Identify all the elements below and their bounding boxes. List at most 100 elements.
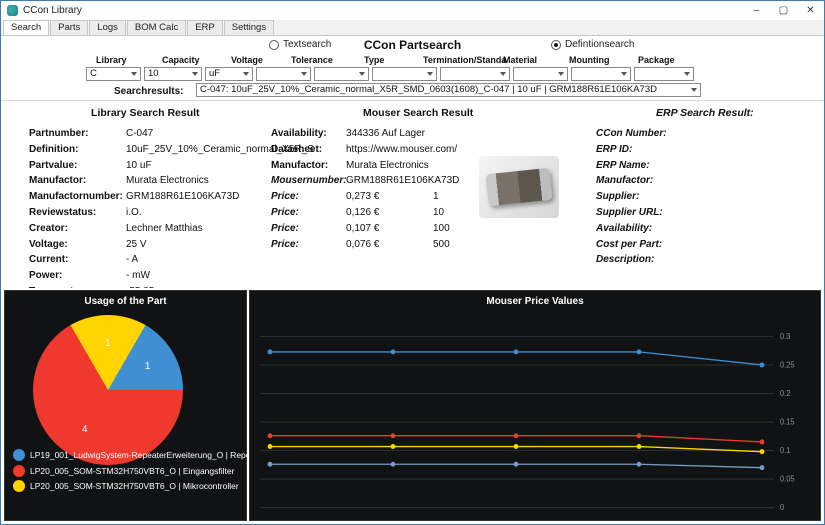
- field-row: Manufactor: Murata Electronics: [271, 159, 429, 171]
- pie-slice-label: 4: [82, 423, 88, 435]
- library-combo[interactable]: C: [86, 67, 141, 81]
- termination-combo[interactable]: [440, 67, 510, 81]
- tab-search[interactable]: Search: [3, 20, 50, 35]
- app-window: CCon Library – ▢ ✕ Search Parts Logs BOM…: [0, 0, 825, 525]
- legend-dot-icon: [13, 480, 25, 493]
- field-row: Manufactor: Murata Electronics: [29, 175, 209, 187]
- pie-slice-label: 1: [105, 338, 111, 349]
- field-row: Voltage: 25 V: [29, 238, 147, 250]
- material-combo[interactable]: [513, 67, 568, 81]
- type-combo[interactable]: [372, 67, 437, 81]
- tab-erp[interactable]: ERP: [187, 20, 223, 35]
- voltage-combo[interactable]: [256, 67, 311, 81]
- dropdown-arrow-icon[interactable]: [496, 68, 509, 80]
- price-row: Price: 0,107 €100: [271, 222, 450, 234]
- dropdown-arrow-icon[interactable]: [423, 68, 436, 80]
- mouser-result-heading: Mouser Search Result: [363, 107, 474, 119]
- dropdown-arrow-icon[interactable]: [188, 68, 201, 80]
- price-row: Price: 0,126 €10: [271, 206, 445, 218]
- column-label-termination: Termination/Standa: [423, 55, 507, 65]
- radio-checked-icon: [551, 39, 561, 50]
- price-row: Price: 0,076 €500: [271, 238, 450, 250]
- dropdown-arrow-icon[interactable]: [297, 68, 310, 80]
- legend-dot-icon: [13, 449, 25, 462]
- close-button[interactable]: ✕: [797, 1, 824, 20]
- field-row: Manufactornumber: GRM188R61E106KA73D: [29, 191, 240, 203]
- dropdown-arrow-icon[interactable]: [687, 84, 700, 96]
- field-row: Availability:: [596, 222, 653, 234]
- charts-section: Usage of the Part 114 LP19_001_LudwigSys…: [1, 288, 824, 524]
- column-label-library: Library: [96, 55, 127, 65]
- part-photo: [479, 156, 559, 218]
- datasheet-link[interactable]: https://www.mouser.com/: [346, 144, 457, 160]
- window-controls: – ▢ ✕: [743, 1, 824, 20]
- field-row: ERP ID:: [596, 143, 633, 155]
- mounting-combo[interactable]: [571, 67, 631, 81]
- dropdown-arrow-icon[interactable]: [617, 68, 630, 80]
- app-logo-icon: [7, 5, 18, 16]
- svg-text:0: 0: [780, 503, 784, 512]
- capacity-unit-combo[interactable]: uF: [205, 67, 253, 81]
- svg-text:0.1: 0.1: [780, 446, 790, 455]
- erp-result-heading: ERP Search Result:: [656, 107, 754, 119]
- svg-text:0.15: 0.15: [780, 417, 795, 426]
- field-row: Partvalue: 10 uF: [29, 159, 152, 171]
- field-row: Manufactor:: [596, 175, 654, 187]
- window-title: CCon Library: [23, 5, 82, 16]
- minimize-button[interactable]: –: [743, 1, 770, 20]
- dropdown-arrow-icon[interactable]: [680, 68, 693, 80]
- field-row: Availability: 344336 Auf Lager: [271, 128, 425, 139]
- tab-logs[interactable]: Logs: [89, 20, 126, 35]
- field-row: Current: - A: [29, 254, 139, 266]
- tab-parts[interactable]: Parts: [50, 20, 89, 35]
- tolerance-combo[interactable]: [314, 67, 369, 81]
- usage-pie-chart: 1 1 4: [33, 315, 183, 465]
- field-row: Reviewstatus: i.O.: [29, 206, 142, 218]
- svg-text:0.3: 0.3: [780, 332, 790, 341]
- mouser-price-line-chart: 0.3 0.25 0.2 0.15 0.1 0.05 0: [260, 332, 795, 512]
- column-label-package: Package: [638, 55, 675, 65]
- package-combo[interactable]: [634, 67, 694, 81]
- field-row: ERP Name:: [596, 159, 650, 171]
- search-panel: Textsearch CCon Partsearch Defintionsear…: [1, 36, 824, 100]
- price-chart-title: Mouser Price Values: [486, 296, 584, 307]
- searchresults-label: Searchresults:: [114, 86, 184, 97]
- mouser-result-column: Availability: 344336 Auf Lager Datasheet:…: [271, 128, 486, 254]
- usage-chart-title: Usage of the Part: [84, 296, 167, 307]
- svg-text:0.25: 0.25: [780, 360, 795, 369]
- column-label-tolerance: Tolerance: [291, 55, 333, 65]
- definitionsearch-radio[interactable]: Defintionsearch: [551, 39, 634, 50]
- field-row: Datasheet: https://www.mouser.com/: [271, 144, 486, 160]
- field-row: Power: - mW: [29, 270, 150, 282]
- field-row: CCon Number:: [596, 128, 667, 139]
- pie-slice-label: 1: [144, 361, 151, 372]
- tab-bom-calc[interactable]: BOM Calc: [126, 20, 187, 35]
- column-label-material: Material: [503, 55, 538, 65]
- titlebar: CCon Library – ▢ ✕: [1, 1, 824, 20]
- field-row: Cost per Part:: [596, 238, 663, 250]
- field-row: Definition: 10uF_25V_10%_Ceramic_normal_X…: [29, 143, 314, 155]
- capacity-value-combo[interactable]: 10: [144, 67, 202, 81]
- definitionsearch-radio-label: Defintionsearch: [565, 39, 635, 50]
- library-result-column: Partnumber: C-047 Definition: 10uF_25V_10%…: [29, 128, 314, 302]
- usage-panel: Usage of the Part 114 LP19_001_LudwigSys…: [4, 290, 315, 521]
- tabstrip: Search Parts Logs BOM Calc ERP Settings: [1, 20, 824, 36]
- dropdown-arrow-icon[interactable]: [239, 68, 252, 80]
- column-label-mounting: Mounting: [569, 55, 610, 65]
- svg-text:0.2: 0.2: [780, 389, 790, 398]
- legend-dot-icon: [13, 464, 25, 477]
- column-label-type: Type: [364, 55, 385, 65]
- library-result-heading: Library Search Result: [91, 107, 200, 119]
- dropdown-arrow-icon[interactable]: [355, 68, 368, 80]
- svg-text:0.05: 0.05: [780, 474, 795, 483]
- dropdown-arrow-icon[interactable]: [554, 68, 567, 80]
- searchresults-combo[interactable]: C-047: 10uF_25V_10%_Ceramic_normal_X5R_S…: [196, 83, 701, 97]
- field-row: Supplier URL:: [596, 206, 663, 218]
- field-row: Supplier:: [596, 191, 640, 203]
- dropdown-arrow-icon[interactable]: [127, 68, 140, 80]
- field-row: Mousernumber: GRM188R61E106KA73D: [271, 175, 460, 187]
- column-label-voltage: Voltage: [231, 55, 263, 65]
- tab-settings[interactable]: Settings: [223, 20, 275, 35]
- column-label-capacity: Capacity: [162, 55, 200, 65]
- maximize-button[interactable]: ▢: [770, 1, 797, 20]
